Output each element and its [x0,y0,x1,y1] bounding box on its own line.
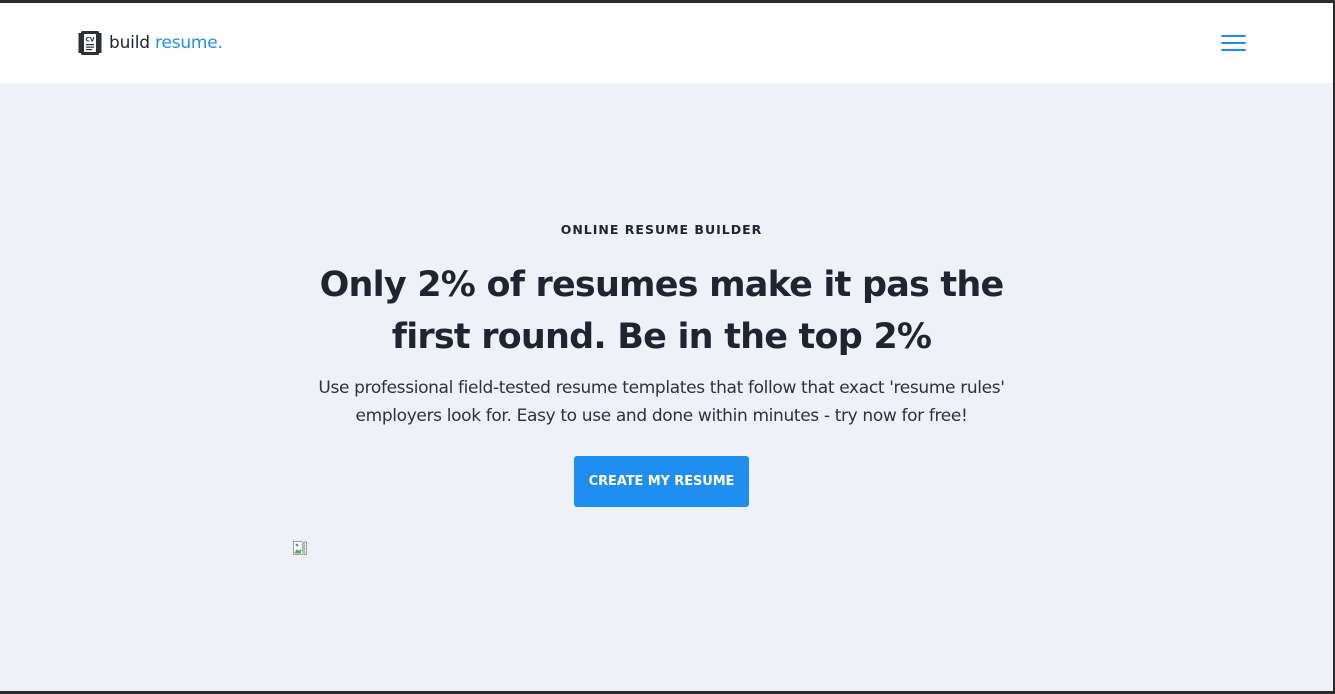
menu-bar [1221,35,1246,37]
hamburger-menu-icon[interactable] [1221,35,1246,52]
menu-bar [1221,42,1246,44]
logo-link[interactable]: CV build resume. [78,30,223,56]
logo-wordmark: build resume. [109,30,223,56]
hero-headline: Only 2% of resumes make it pas the first… [319,265,1005,357]
broken-image-icon [293,541,307,555]
create-resume-button[interactable]: CREATE MY RESUME [574,456,749,507]
hero-section: ONLINE RESUME BUILDER Only 2% of resumes… [0,83,1333,691]
logo-word-build: build [109,33,150,53]
hero-subtext: Use professional field-tested resume tem… [318,378,1005,426]
site-header: CV build resume. [0,3,1333,83]
menu-bar [1221,49,1246,51]
hero-eyebrow: ONLINE RESUME BUILDER [560,222,763,237]
page: CV build resume. ONLINE RESUME BUILDER O… [0,3,1333,691]
logo-icon-text: CV [85,37,94,44]
cv-document-icon: CV [78,31,102,55]
logo-word-resume: resume. [155,33,223,53]
